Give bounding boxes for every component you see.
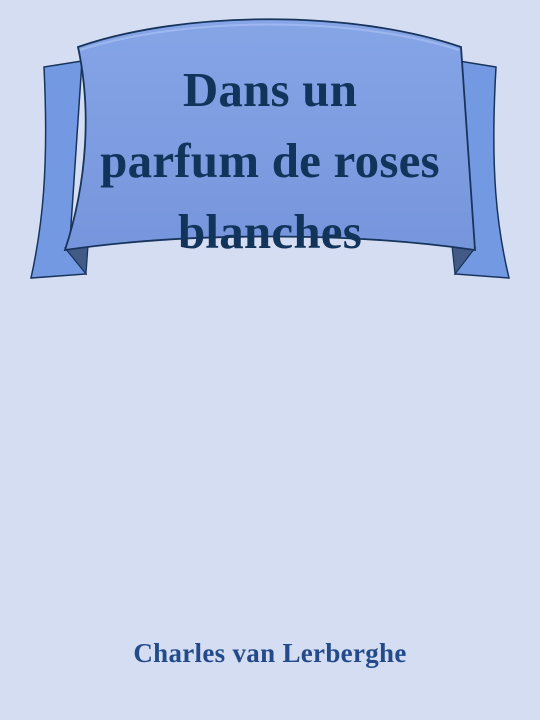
book-cover: Dans un parfum de roses blanches Charles… <box>0 0 540 720</box>
book-title: Dans un parfum de roses blanches <box>70 54 470 267</box>
title-line: parfum de roses <box>100 133 440 189</box>
author-name: Charles van Lerberghe <box>133 638 407 668</box>
title-line: Dans un <box>182 62 358 117</box>
title-line: blanches <box>177 204 363 260</box>
